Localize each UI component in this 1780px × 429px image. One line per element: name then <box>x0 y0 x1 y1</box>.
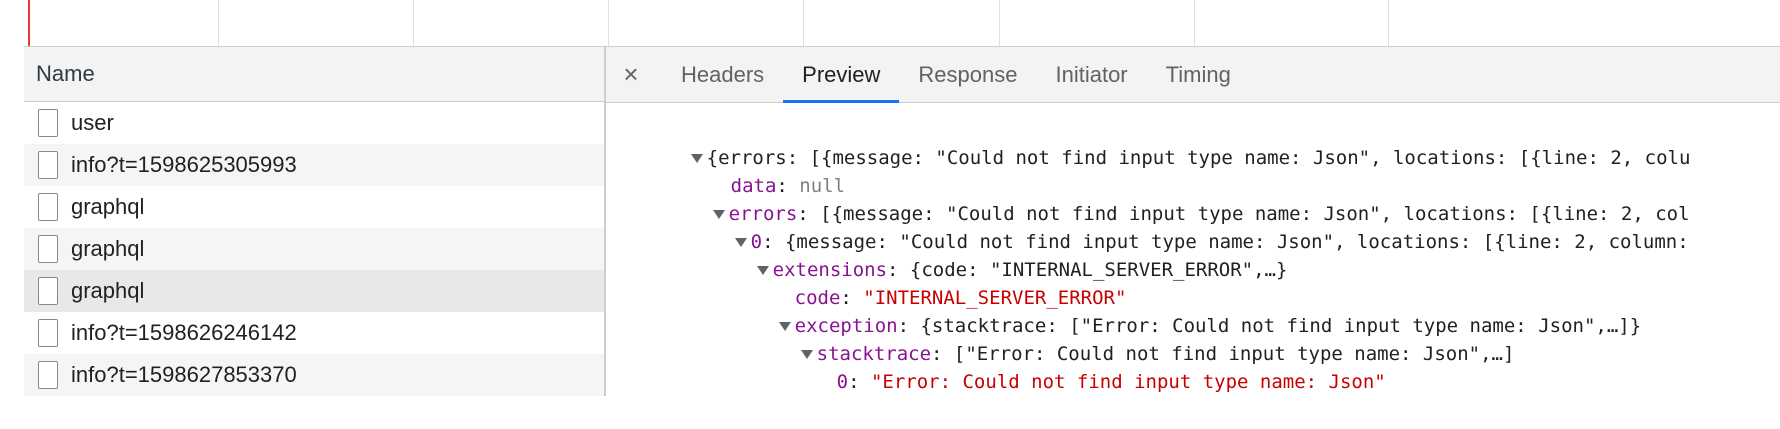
document-icon <box>38 109 58 137</box>
tree-node-errors[interactable]: errors: [{message: "Could not find input… <box>644 168 1690 225</box>
json-preview-tree: {errors: [{message: "Could not find inpu… <box>606 103 1780 393</box>
tree-node-code: code: "INTERNAL_SERVER_ERROR" <box>794 287 1127 309</box>
request-list: Name user info?t=1598625305993 graphql g… <box>24 47 606 396</box>
document-icon <box>38 193 58 221</box>
request-row[interactable]: info?t=1598627853370 <box>24 354 604 396</box>
document-icon <box>38 319 58 347</box>
request-row[interactable]: graphql <box>24 228 604 270</box>
document-icon <box>38 361 58 389</box>
request-row-selected[interactable]: graphql <box>24 270 604 312</box>
tree-node-stacktrace[interactable]: stacktrace: ["Error: Could not find inpu… <box>732 308 1514 365</box>
request-row[interactable]: user <box>24 102 604 144</box>
request-name: info?t=1598626246142 <box>71 320 297 345</box>
request-row[interactable]: info?t=1598625305993 <box>24 144 604 186</box>
timeline-gridline <box>1388 0 1389 46</box>
tree-node-extensions[interactable]: extensions: {code: "INTERNAL_SERVER_ERRO… <box>688 224 1287 281</box>
tab-initiator[interactable]: Initiator <box>1036 47 1146 102</box>
request-name: graphql <box>71 194 145 219</box>
timeline-gridline <box>413 0 414 46</box>
tree-node-errors-0[interactable]: 0: {message: "Could not find input type … <box>666 196 1689 253</box>
tree-node-data: data: null <box>730 175 846 197</box>
timeline-gridline <box>1194 0 1195 46</box>
details-tab-bar: × Headers Preview Response Initiator Tim… <box>606 47 1780 103</box>
tab-timing[interactable]: Timing <box>1147 47 1250 102</box>
tree-node-root[interactable]: {errors: [{message: "Could not find inpu… <box>622 112 1690 169</box>
timeline-gridline <box>608 0 609 46</box>
tab-headers[interactable]: Headers <box>662 47 783 102</box>
tab-response[interactable]: Response <box>899 47 1036 102</box>
column-header-label: Name <box>36 61 95 86</box>
request-row[interactable]: info?t=1598626246142 <box>24 312 604 354</box>
tree-node-exception[interactable]: exception: {stacktrace: ["Error: Could n… <box>710 280 1641 337</box>
timeline-gridline <box>999 0 1000 46</box>
request-details-panel: × Headers Preview Response Initiator Tim… <box>606 47 1780 396</box>
request-name: user <box>71 110 114 135</box>
network-timeline-overview[interactable] <box>24 0 1780 47</box>
timeline-gridline <box>803 0 804 46</box>
column-header-name[interactable]: Name <box>24 47 604 102</box>
timeline-load-marker <box>28 0 30 46</box>
request-row[interactable]: graphql <box>24 186 604 228</box>
tree-node-stacktrace-0: 0: "Error: Could not find input type nam… <box>836 371 1386 393</box>
request-name: info?t=1598625305993 <box>71 152 297 177</box>
request-name: graphql <box>71 278 145 303</box>
document-icon <box>38 151 58 179</box>
tab-preview[interactable]: Preview <box>783 47 900 103</box>
request-name: graphql <box>71 236 145 261</box>
left-gutter <box>0 0 24 396</box>
document-icon <box>38 235 58 263</box>
document-icon <box>38 277 58 305</box>
request-name: info?t=1598627853370 <box>71 362 297 387</box>
timeline-gridline <box>218 0 219 46</box>
close-icon[interactable]: × <box>620 47 642 102</box>
